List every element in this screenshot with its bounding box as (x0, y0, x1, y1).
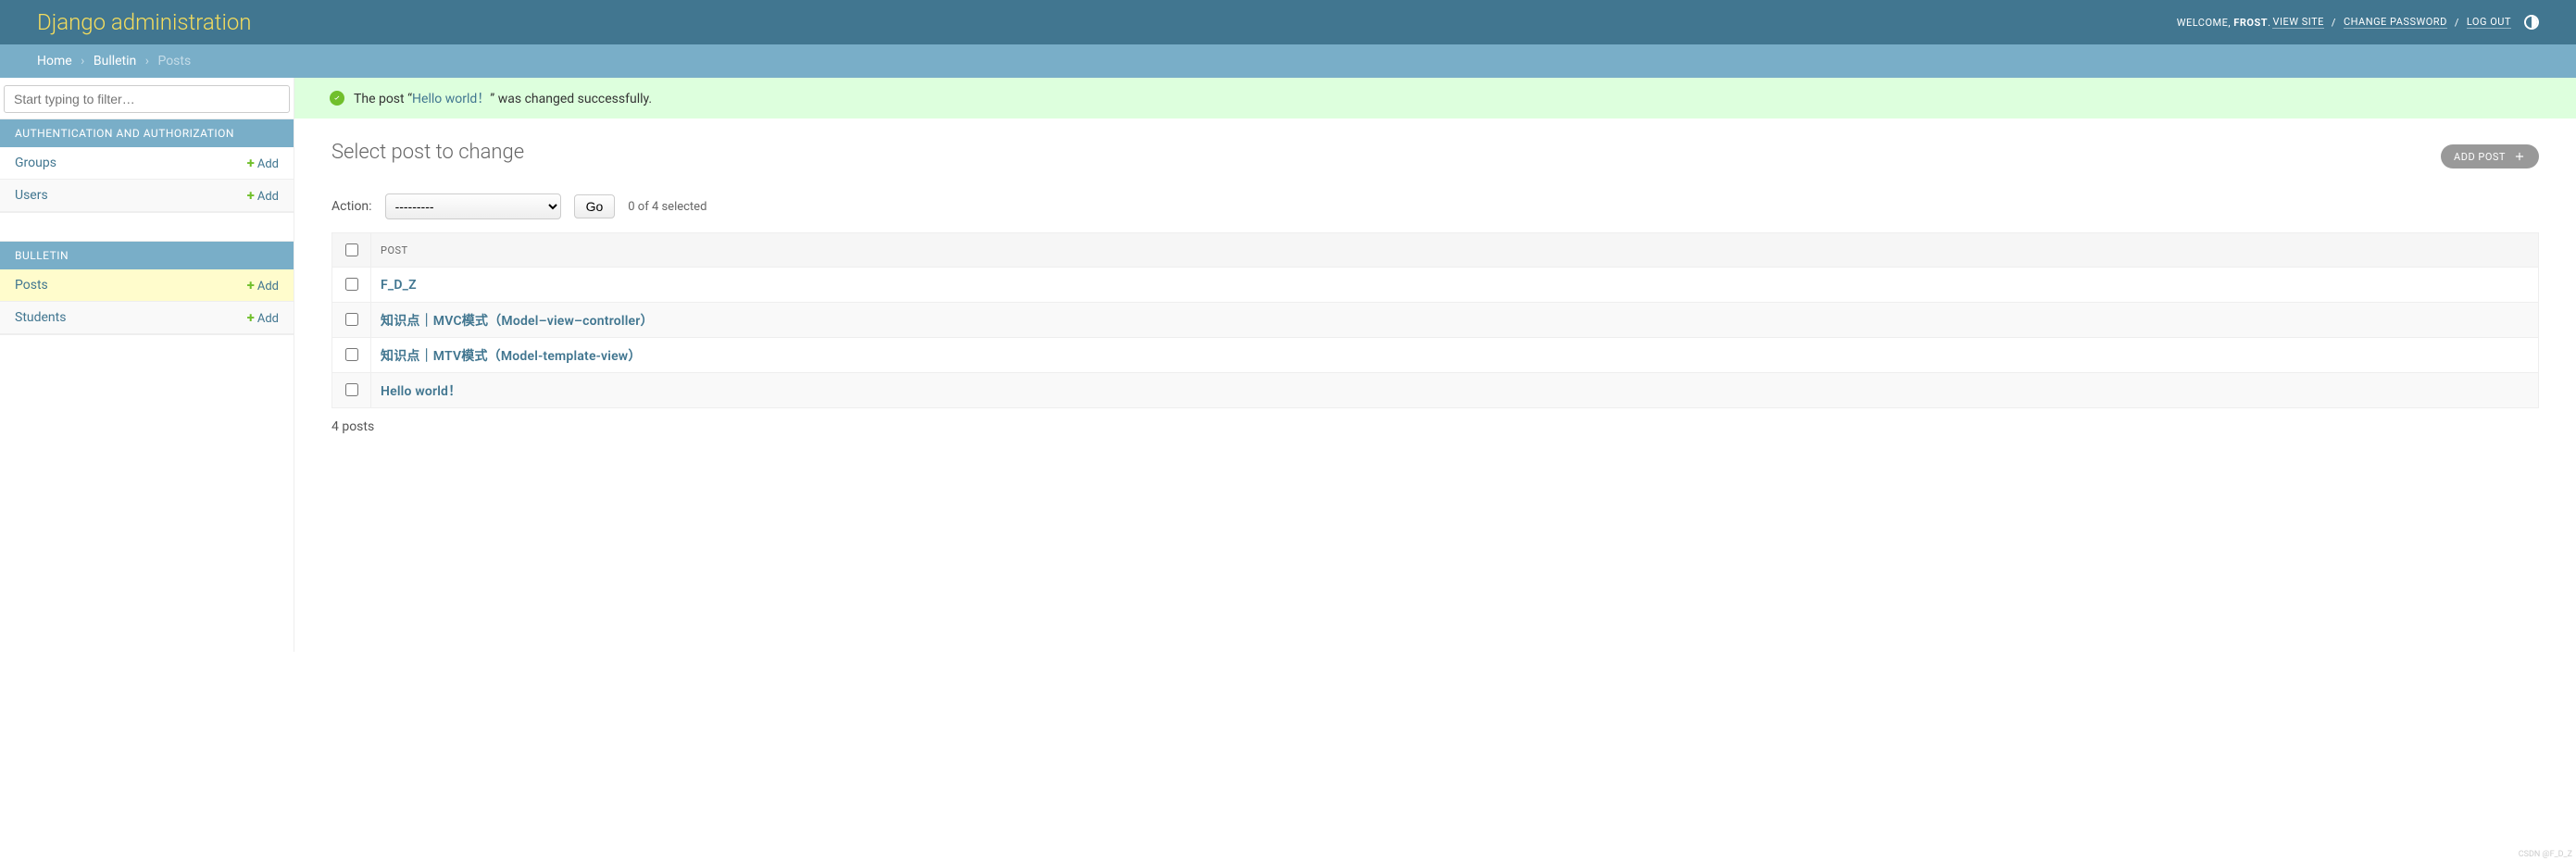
message-suffix: ” was changed successfully. (490, 92, 652, 106)
theme-toggle-icon[interactable] (2524, 15, 2539, 30)
row-checkbox[interactable] (345, 278, 358, 291)
change-password-link[interactable]: CHANGE PASSWORD (2344, 16, 2447, 29)
plus-icon (2513, 150, 2526, 163)
select-all-checkbox[interactable] (345, 243, 358, 256)
row-checkbox[interactable] (345, 313, 358, 326)
plus-icon: + (247, 155, 257, 171)
message-object-link[interactable]: Hello world！ (412, 92, 490, 106)
success-message: The post “Hello world！” was changed succ… (317, 78, 2576, 119)
row-link[interactable]: Hello world！ (381, 384, 461, 399)
paginator: 4 posts (294, 408, 2576, 445)
branding[interactable]: Django administration (37, 9, 252, 35)
sidebar-module-auth: AUTHENTICATION AND AUTHORIZATION Groups … (0, 119, 294, 213)
separator: / (2326, 17, 2342, 29)
result-table: POST F_D_Z 知识点｜MVC模式（Model–view–controll… (331, 232, 2539, 408)
add-link[interactable]: +Add (247, 309, 279, 326)
sidebar-item-posts[interactable]: Posts +Add (0, 269, 294, 302)
add-label: Add (257, 280, 279, 293)
breadcrumb: Home › Bulletin › Posts (0, 44, 2576, 78)
module-caption: AUTHENTICATION AND AUTHORIZATION (0, 119, 294, 147)
message-prefix: The post “ (354, 92, 412, 106)
breadcrumb-separator: › (140, 54, 155, 69)
dot: . (2268, 17, 2270, 29)
add-label: Add (257, 312, 279, 326)
plus-icon: + (247, 309, 257, 326)
sidebar-item-groups[interactable]: Groups +Add (0, 147, 294, 180)
breadcrumb-current: Posts (157, 54, 191, 69)
watermark: CSDN @F_D_Z (2519, 850, 2572, 859)
add-link[interactable]: +Add (247, 155, 279, 171)
add-link[interactable]: +Add (247, 187, 279, 204)
user-tools: WELCOME, FROST. VIEW SITE / CHANGE PASSW… (2177, 15, 2539, 30)
row-link[interactable]: F_D_Z (381, 278, 417, 293)
action-counter: 0 of 4 selected (628, 200, 707, 214)
content: The post “Hello world！” was changed succ… (294, 78, 2576, 652)
nav-sidebar: AUTHENTICATION AND AUTHORIZATION Groups … (0, 78, 294, 652)
object-tools: ADD POST (2441, 119, 2576, 168)
action-select[interactable]: --------- (385, 193, 561, 219)
model-link[interactable]: Posts (15, 278, 48, 293)
plus-icon: + (247, 187, 257, 204)
table-row: 知识点｜MTV模式（Model-template-view） (332, 338, 2539, 373)
add-label: Add (257, 190, 279, 204)
view-site-link[interactable]: VIEW SITE (2272, 16, 2323, 29)
model-link[interactable]: Groups (15, 156, 56, 170)
row-checkbox[interactable] (345, 383, 358, 396)
page-title: Select post to change (331, 141, 2539, 164)
row-checkbox[interactable] (345, 348, 358, 361)
table-row: 知识点｜MVC模式（Model–view–controller） (332, 303, 2539, 338)
plus-icon: + (247, 277, 257, 293)
nav-filter-input[interactable] (4, 85, 290, 113)
sidebar-item-students[interactable]: Students +Add (0, 302, 294, 334)
row-link[interactable]: 知识点｜MVC模式（Model–view–controller） (381, 314, 654, 329)
breadcrumb-app[interactable]: Bulletin (94, 54, 136, 69)
username: FROST (2233, 17, 2268, 29)
actions-bar: Action: --------- Go 0 of 4 selected (294, 177, 2576, 227)
logout-link[interactable]: LOG OUT (2467, 16, 2511, 29)
success-icon (330, 91, 344, 106)
add-link[interactable]: +Add (247, 277, 279, 293)
add-post-label: ADD POST (2454, 151, 2506, 163)
add-label: Add (257, 157, 279, 171)
add-post-button[interactable]: ADD POST (2441, 144, 2539, 168)
go-button[interactable]: Go (574, 194, 616, 218)
separator: / (2449, 17, 2465, 29)
table-row: F_D_Z (332, 268, 2539, 303)
sidebar-module-bulletin: BULLETIN Posts +Add Students +Add (0, 241, 294, 335)
row-link[interactable]: 知识点｜MTV模式（Model-template-view） (381, 349, 642, 364)
welcome-text: WELCOME, (2177, 17, 2231, 29)
model-link[interactable]: Students (15, 310, 66, 325)
module-caption: BULLETIN (0, 242, 294, 269)
table-row: Hello world！ (332, 373, 2539, 408)
column-header-post[interactable]: POST (371, 233, 2539, 268)
select-all-header (332, 233, 371, 268)
breadcrumb-separator: › (75, 54, 90, 69)
model-link[interactable]: Users (15, 188, 48, 203)
breadcrumb-home[interactable]: Home (37, 54, 72, 69)
sidebar-item-users[interactable]: Users +Add (0, 180, 294, 212)
action-label: Action: (331, 199, 372, 214)
message-list: The post “Hello world！” was changed succ… (294, 78, 2576, 119)
